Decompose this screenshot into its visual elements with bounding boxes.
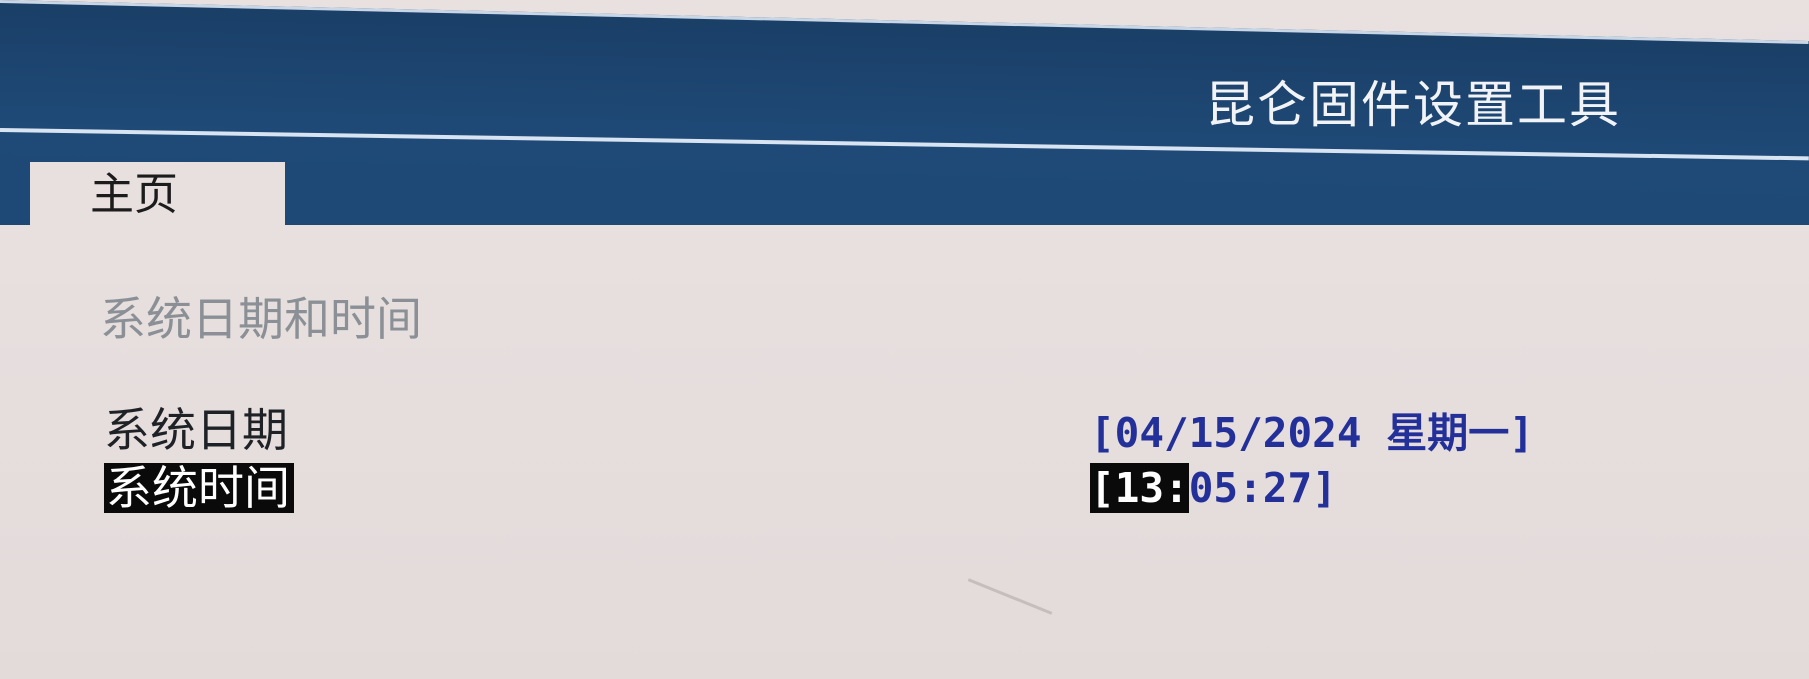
bios-screen: 昆仑固件设置工具 主页 系统日期和时间 系统日期 [04/15/2024 星期一…	[0, 0, 1809, 679]
section-title: 系统日期和时间	[100, 292, 422, 346]
setting-label-system-time[interactable]: 系统时间	[104, 463, 294, 513]
tab-main[interactable]: 主页	[30, 162, 285, 242]
time-hour-field-selected[interactable]: [13:	[1090, 463, 1189, 513]
time-hour-separator: :	[1164, 464, 1189, 512]
time-open-bracket: [	[1090, 464, 1115, 512]
setting-value-system-time[interactable]: [13:05:27]	[1090, 463, 1337, 513]
app-title: 昆仑固件设置工具	[1205, 76, 1621, 134]
time-minute-second-value[interactable]: 05:27]	[1189, 463, 1337, 513]
setting-value-system-date[interactable]: [04/15/2024 星期一]	[1090, 408, 1534, 458]
setting-label-system-date[interactable]: 系统日期	[104, 405, 288, 455]
time-hour-value: 13	[1114, 464, 1165, 512]
tab-main-label: 主页	[90, 169, 178, 220]
